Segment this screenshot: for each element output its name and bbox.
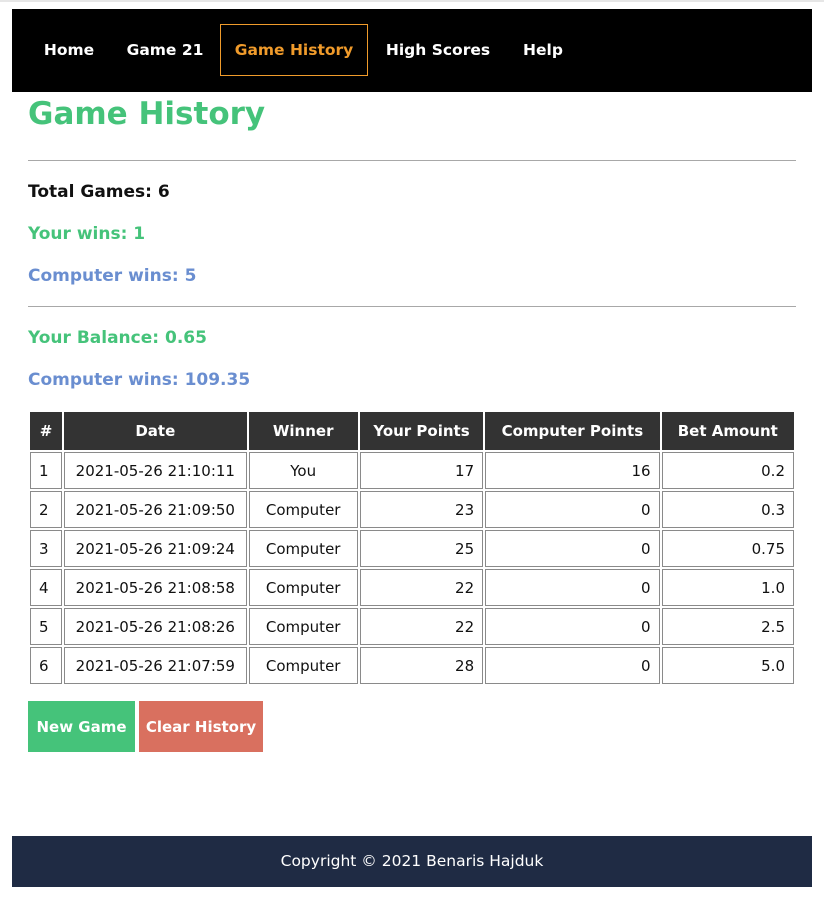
cell-date: 2021-05-26 21:07:59 — [64, 647, 247, 684]
cell-winner: Computer — [248, 491, 358, 528]
cell-bet-amount: 0.2 — [661, 452, 794, 489]
cell-bet-amount: 2.5 — [661, 608, 794, 645]
column-header-bet-amount: Bet Amount — [661, 412, 794, 450]
cell-computer-points: 0 — [485, 491, 660, 528]
cell-number: 2 — [30, 491, 63, 528]
cell-your-points: 23 — [359, 491, 484, 528]
cell-computer-points: 0 — [485, 647, 660, 684]
cell-your-points: 28 — [359, 647, 484, 684]
top-border — [0, 0, 824, 2]
page-title: Game History — [28, 96, 266, 132]
table-row: 2 2021-05-26 21:09:50 Computer 23 0 0.3 — [30, 491, 794, 528]
computer-wins-stat: Computer wins: 5 — [28, 266, 197, 286]
cell-date: 2021-05-26 21:09:24 — [64, 530, 247, 567]
nav-item-high-scores[interactable]: High Scores — [375, 24, 501, 76]
cell-number: 6 — [30, 647, 63, 684]
game-history-table: # Date Winner Your Points Computer Point… — [28, 410, 796, 686]
navbar: Home Game 21 Game History High Scores He… — [12, 9, 812, 92]
cell-number: 1 — [30, 452, 63, 489]
divider — [28, 306, 796, 307]
cell-computer-points: 0 — [485, 530, 660, 567]
your-balance-stat: Your Balance: 0.65 — [28, 328, 207, 348]
footer: Copyright © 2021 Benaris Hajduk — [12, 836, 812, 887]
cell-your-points: 25 — [359, 530, 484, 567]
column-header-computer-points: Computer Points — [485, 412, 660, 450]
table-row: 5 2021-05-26 21:08:26 Computer 22 0 2.5 — [30, 608, 794, 645]
column-header-winner: Winner — [248, 412, 358, 450]
copyright-text: Copyright © 2021 Benaris Hajduk — [280, 852, 544, 870]
cell-date: 2021-05-26 21:09:50 — [64, 491, 247, 528]
cell-your-points: 22 — [359, 569, 484, 606]
nav-item-game-21[interactable]: Game 21 — [118, 24, 212, 76]
table-row: 4 2021-05-26 21:08:58 Computer 22 0 1.0 — [30, 569, 794, 606]
clear-history-button[interactable]: Clear History — [139, 701, 263, 752]
cell-number: 3 — [30, 530, 63, 567]
cell-your-points: 22 — [359, 608, 484, 645]
cell-date: 2021-05-26 21:10:11 — [64, 452, 247, 489]
cell-computer-points: 0 — [485, 608, 660, 645]
cell-winner: Computer — [248, 530, 358, 567]
cell-bet-amount: 5.0 — [661, 647, 794, 684]
cell-computer-points: 16 — [485, 452, 660, 489]
computer-balance-stat: Computer wins: 109.35 — [28, 370, 251, 390]
cell-your-points: 17 — [359, 452, 484, 489]
table-header-row: # Date Winner Your Points Computer Point… — [30, 412, 794, 450]
cell-date: 2021-05-26 21:08:26 — [64, 608, 247, 645]
table-row: 6 2021-05-26 21:07:59 Computer 28 0 5.0 — [30, 647, 794, 684]
column-header-date: Date — [64, 412, 247, 450]
cell-bet-amount: 0.75 — [661, 530, 794, 567]
cell-winner: Computer — [248, 569, 358, 606]
cell-bet-amount: 0.3 — [661, 491, 794, 528]
divider — [28, 160, 796, 161]
cell-winner: You — [248, 452, 358, 489]
total-games-stat: Total Games: 6 — [28, 182, 170, 202]
cell-computer-points: 0 — [485, 569, 660, 606]
column-header-number: # — [30, 412, 63, 450]
your-wins-stat: Your wins: 1 — [28, 224, 146, 244]
cell-date: 2021-05-26 21:08:58 — [64, 569, 247, 606]
new-game-button[interactable]: New Game — [28, 701, 135, 752]
cell-bet-amount: 1.0 — [661, 569, 794, 606]
nav-item-help[interactable]: Help — [511, 24, 575, 76]
cell-number: 4 — [30, 569, 63, 606]
nav-item-home[interactable]: Home — [30, 24, 108, 76]
column-header-your-points: Your Points — [359, 412, 484, 450]
cell-number: 5 — [30, 608, 63, 645]
cell-winner: Computer — [248, 647, 358, 684]
cell-winner: Computer — [248, 608, 358, 645]
table-row: 3 2021-05-26 21:09:24 Computer 25 0 0.75 — [30, 530, 794, 567]
table-row: 1 2021-05-26 21:10:11 You 17 16 0.2 — [30, 452, 794, 489]
nav-item-game-history[interactable]: Game History — [220, 24, 368, 76]
